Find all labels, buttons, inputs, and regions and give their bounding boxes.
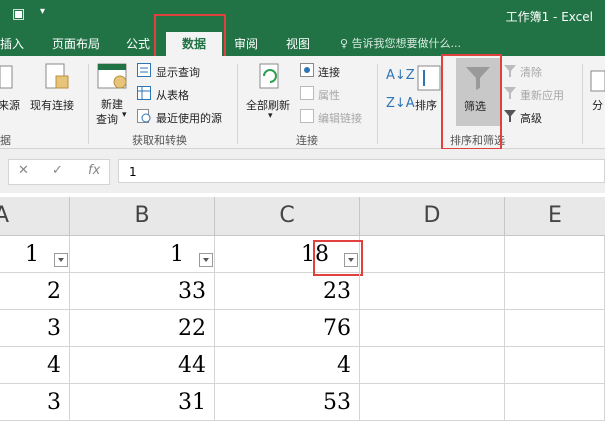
column-headers: A B C D E [0,197,605,236]
show-queries-icon [137,63,151,77]
title-bar: ▣ ▾ 工作簿1 - Excel [0,0,605,32]
reapply-button[interactable]: 重新应用 [520,87,564,103]
column-header-e[interactable]: E [505,197,605,235]
connections-button[interactable]: 连接 [318,64,340,80]
tab-page-layout[interactable]: 页面布局 [44,32,108,56]
cell-e5[interactable] [505,384,605,421]
filter-dropdown-a[interactable] [54,253,68,267]
from-table-button[interactable]: 从表格 [156,87,189,103]
new-query-icon [97,63,127,89]
group-label-connections: 连接 [296,134,318,147]
column-header-b[interactable]: B [70,197,215,235]
group-separator [88,64,89,144]
cell-b2[interactable]: 33 [70,273,215,310]
properties-icon [300,86,314,100]
clear-filter-icon [504,65,516,77]
tab-view[interactable]: 视图 [278,32,318,56]
cell-a5[interactable]: 3 [0,384,70,421]
properties-button[interactable]: 属性 [318,87,340,103]
column-header-c[interactable]: C [215,197,360,235]
cell-c4[interactable]: 4 [215,347,360,384]
cell-d2[interactable] [360,273,505,310]
sort-icon [417,65,441,91]
cell-d3[interactable] [360,310,505,347]
chevron-down-icon: ▾ [268,111,273,121]
refresh-all-icon [259,63,279,89]
cell-d1[interactable] [360,236,505,273]
sort-descending-icon[interactable]: Z↓A [386,96,415,111]
cell-d5[interactable] [360,384,505,421]
recent-sources-icon [137,109,151,123]
tell-me-box[interactable]: ♀ 告诉我您想要做什么... [340,32,461,56]
cell-e2[interactable] [505,273,605,310]
cell-b5[interactable]: 31 [70,384,215,421]
column-header-a[interactable]: A [0,197,70,235]
existing-connections-icon [45,63,69,89]
clear-button[interactable]: 清除 [520,64,542,80]
cell-e3[interactable] [505,310,605,347]
worksheet-grid: 1 1 18 2 33 23 3 22 76 4 44 4 3 31 53 [0,236,605,424]
new-query-label-1[interactable]: 新建 [101,96,123,112]
filter-dropdown-b[interactable] [199,253,213,267]
cell-b1[interactable]: 1 [70,236,215,273]
advanced-filter-icon [504,110,516,122]
from-table-icon [137,86,151,100]
formula-input[interactable]: 1 [118,159,605,183]
cell-e1[interactable] [505,236,605,273]
tell-me-text: 告诉我您想要做什么... [351,37,462,50]
edit-links-button[interactable]: 编辑链接 [318,110,362,126]
formula-bar-area: ✕ ✓ fx 1 [0,149,605,193]
enter-icon[interactable]: ✓ [52,163,63,178]
edit-links-icon [300,109,314,123]
existing-connections-button[interactable]: 现有连接 [30,97,74,113]
cell-c2[interactable]: 23 [215,273,360,310]
group-separator [582,64,583,144]
new-source-button[interactable]: 来源 [0,97,20,113]
lightbulb-icon: ♀ [340,37,352,50]
cancel-icon[interactable]: ✕ [18,163,29,178]
cell-a3[interactable]: 3 [0,310,70,347]
chevron-down-icon: ▾ [122,110,127,120]
cell-a2[interactable]: 2 [0,273,70,310]
new-query-label-2[interactable]: 查询 [96,111,118,127]
group-separator [377,64,378,144]
ribbon-tabs: 插入 页面布局 公式 数据 审阅 视图 ♀ 告诉我您想要做什么... [0,32,605,56]
highlight-filter-dropdown-c [313,240,363,276]
advanced-button[interactable]: 高级 [520,110,542,126]
tab-formulas[interactable]: 公式 [118,32,158,56]
save-icon[interactable]: ▣ [12,6,25,22]
ribbon: 来源 据 现有连接 新建 查询 ▾ 显示查询 从表格 最近使用的源 获取和转换 … [0,56,605,149]
cell-d4[interactable] [360,347,505,384]
cell-e4[interactable] [505,347,605,384]
cell-a4[interactable]: 4 [0,347,70,384]
cell-b3[interactable]: 22 [70,310,215,347]
sort-button[interactable]: 排序 [415,97,437,113]
tab-review[interactable]: 审阅 [228,32,264,56]
group-label-data: 据 [0,134,11,147]
show-queries-button[interactable]: 显示查询 [156,64,200,80]
cell-b4[interactable]: 44 [70,347,215,384]
column-label: A [0,203,10,228]
connections-icon [300,63,314,77]
highlight-data-tab [154,14,226,58]
column-header-d[interactable]: D [360,197,505,235]
recent-sources-button[interactable]: 最近使用的源 [156,110,222,126]
quick-access-chevron-icon[interactable]: ▾ [40,6,45,17]
group-label-get-transform: 获取和转换 [132,134,187,147]
window-title: 工作簿1 - Excel [505,10,593,24]
split-columns-button[interactable]: 分 [592,97,603,113]
group-separator [237,64,238,144]
insert-function-icon[interactable]: fx [88,163,100,178]
reapply-icon [504,87,516,99]
cell-c3[interactable]: 76 [215,310,360,347]
split-columns-icon [590,70,605,92]
sort-ascending-icon[interactable]: A↓Z [386,68,415,83]
new-source-icon [0,65,13,89]
cell-c5[interactable]: 53 [215,384,360,421]
highlight-filter-button [441,54,502,150]
tab-insert[interactable]: 插入 [0,32,28,56]
